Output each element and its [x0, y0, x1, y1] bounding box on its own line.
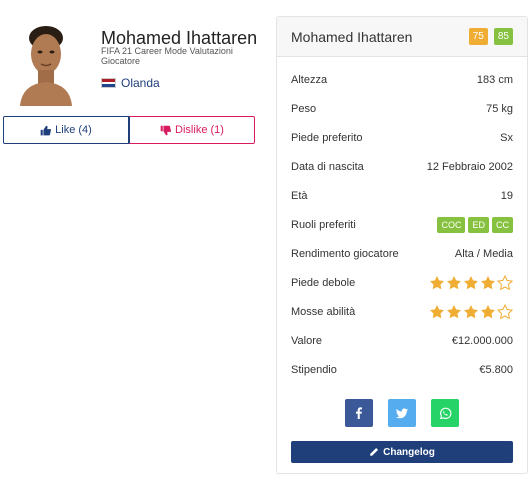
- changelog-label: Changelog: [383, 446, 435, 458]
- whatsapp-icon: [439, 407, 451, 419]
- stat-label: Età: [291, 189, 308, 202]
- stat-label: Piede preferito: [291, 131, 363, 144]
- stat-value: 12 Febbraio 2002: [426, 160, 513, 173]
- stat-label: Piede debole: [291, 276, 356, 289]
- star-filled-icon: [464, 304, 478, 318]
- stat-row-wage: Stipendio €5.800: [291, 355, 513, 384]
- star-filled-icon: [430, 275, 444, 289]
- whatsapp-share-button[interactable]: [431, 399, 459, 427]
- stat-label: Data di nascita: [291, 160, 364, 173]
- star-filled-icon: [464, 275, 478, 289]
- star-filled-icon: [481, 304, 495, 318]
- stat-label: Rendimento giocatore: [291, 247, 399, 260]
- star-empty-icon: [497, 303, 513, 319]
- dislike-button[interactable]: Dislike (1): [129, 116, 255, 144]
- stat-label: Mosse abilità: [291, 305, 356, 318]
- stat-value: Sx: [500, 131, 513, 144]
- stat-label: Valore: [291, 334, 322, 347]
- nation-label: Olanda: [121, 76, 160, 90]
- card-title: Mohamed Ihattaren: [291, 28, 413, 45]
- netherlands-flag-icon: [101, 78, 116, 88]
- stat-row-weak-foot: Piede debole: [291, 268, 513, 297]
- weak-foot-stars: [428, 274, 513, 291]
- thumbs-down-icon: [160, 125, 172, 135]
- stat-value: 183 cm: [476, 73, 513, 86]
- stat-value: €12.000.000: [451, 334, 513, 347]
- player-nation[interactable]: Olanda: [101, 76, 160, 90]
- star-filled-icon: [447, 275, 461, 289]
- star-filled-icon: [447, 304, 461, 318]
- thumbs-up-icon: [40, 125, 52, 135]
- position-tag[interactable]: COC: [437, 216, 466, 233]
- stat-row-weight: Peso 75 kg: [291, 94, 513, 123]
- stat-row-height: Altezza 183 cm: [291, 65, 513, 94]
- star-filled-icon: [481, 275, 495, 289]
- changelog-button[interactable]: Changelog: [291, 441, 513, 463]
- position-tag[interactable]: ED: [468, 216, 489, 233]
- skill-moves-stars: [428, 303, 513, 320]
- page-subtitle: FIFA 21 Career Mode Valutazioni Giocator…: [101, 46, 233, 66]
- potential-rating-badge: 85: [493, 28, 513, 45]
- stat-label: Stipendio: [291, 363, 337, 376]
- stat-label: Altezza: [291, 73, 328, 86]
- like-label: Like (4): [55, 124, 92, 136]
- stat-row-skill-moves: Mosse abilità: [291, 297, 513, 326]
- stat-label: Ruoli preferiti: [291, 218, 356, 231]
- stat-value: 19: [500, 189, 513, 202]
- stat-label: Peso: [291, 102, 317, 115]
- stat-row-workrate: Rendimento giocatore Alta / Media: [291, 239, 513, 268]
- stat-row-age: Età 19: [291, 181, 513, 210]
- stat-row-birth-date: Data di nascita 12 Febbraio 2002: [291, 152, 513, 181]
- overall-rating-badge: 75: [468, 28, 488, 45]
- twitter-icon: [396, 408, 408, 419]
- dislike-label: Dislike (1): [175, 124, 224, 136]
- player-avatar: [20, 26, 72, 106]
- stat-value: €5.800: [479, 363, 513, 376]
- facebook-share-button[interactable]: [345, 399, 373, 427]
- twitter-share-button[interactable]: [388, 399, 416, 427]
- player-stats-card: Mohamed Ihattaren 75 85 Altezza 183 cm P…: [276, 16, 528, 474]
- position-tags: COC ED CC: [434, 216, 513, 233]
- facebook-icon: [356, 407, 362, 419]
- stat-row-preferred-foot: Piede preferito Sx: [291, 123, 513, 152]
- star-filled-icon: [430, 304, 444, 318]
- position-tag[interactable]: CC: [492, 216, 513, 233]
- pencil-icon: [370, 447, 379, 456]
- star-empty-icon: [497, 274, 513, 290]
- like-button[interactable]: Like (4): [3, 116, 129, 144]
- share-buttons: [277, 399, 527, 427]
- stat-row-value: Valore €12.000.000: [291, 326, 513, 355]
- card-header: Mohamed Ihattaren 75 85: [277, 17, 527, 57]
- vote-group: Like (4) Dislike (1): [3, 116, 255, 144]
- stat-row-positions: Ruoli preferiti COC ED CC: [291, 210, 513, 239]
- stat-value: 75 kg: [486, 102, 513, 115]
- stats-list: Altezza 183 cm Peso 75 kg Piede preferit…: [277, 65, 527, 384]
- stat-value: Alta / Media: [454, 247, 513, 260]
